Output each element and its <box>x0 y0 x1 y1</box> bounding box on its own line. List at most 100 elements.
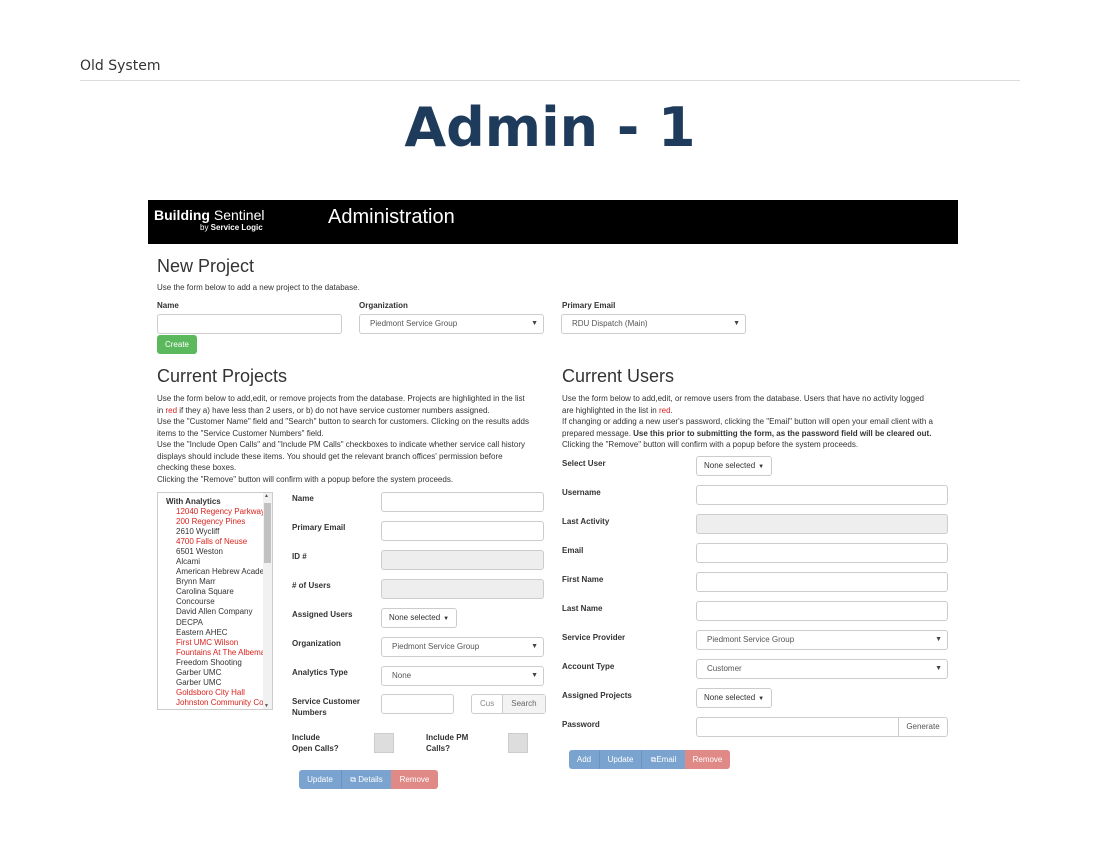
open-calls-label-line2: Open Calls? <box>292 744 339 753</box>
project-list-item[interactable]: Alcami <box>158 557 266 567</box>
new-project-heading: New Project <box>157 256 255 276</box>
red-keyword: red <box>165 405 178 415</box>
scroll-down-icon[interactable]: ▼ <box>264 703 269 709</box>
project-list-item[interactable]: American Hebrew Academy <box>158 567 266 577</box>
pm-calls-label: Include PM Calls? <box>426 732 468 754</box>
scn-input[interactable] <box>381 694 454 714</box>
user-remove-button[interactable]: Remove <box>685 750 730 769</box>
current-users-help: Use the form below to add,edit, or remov… <box>562 393 952 451</box>
search-button[interactable]: Search <box>502 695 545 713</box>
assigned-users-label: Assigned Users <box>292 610 353 619</box>
logo-text-bold: Building <box>154 207 210 223</box>
help-line: Clicking the "Remove" button will confir… <box>157 474 454 484</box>
generate-password-button[interactable]: Generate <box>898 717 948 737</box>
assigned-projects-dropdown[interactable]: None selected ▼ <box>696 688 773 708</box>
project-list-item[interactable]: Goldsboro City Hall <box>158 688 266 698</box>
project-list-item[interactable]: Brynn Marr <box>158 577 266 587</box>
project-list-item[interactable]: 2610 Wycliff <box>158 527 266 537</box>
project-list-item[interactable]: Kitty Hawk <box>158 708 266 709</box>
last-activity-label: Last Activity <box>562 517 610 526</box>
last-activity-field <box>696 514 948 534</box>
new-project-org-select[interactable]: Piedmont Service Group ▼ <box>359 314 544 334</box>
assigned-users-dropdown[interactable]: None selected ▼ <box>381 608 458 628</box>
project-email-input[interactable] <box>381 521 544 541</box>
user-update-button[interactable]: Update <box>599 750 641 769</box>
email-label: Email <box>562 546 584 555</box>
external-link-icon: ⧉ <box>350 775 357 784</box>
current-projects-heading: Current Projects <box>157 366 288 386</box>
list-scrollbar[interactable]: ▲ ▼ <box>263 493 272 709</box>
first-name-input[interactable] <box>696 572 948 592</box>
caret-down-icon: ▼ <box>531 320 538 327</box>
project-details-button[interactable]: ⧉ Details <box>341 770 391 789</box>
customer-name-input[interactable]: Cus <box>472 695 502 713</box>
project-id-label: ID # <box>292 552 307 561</box>
pm-calls-label-line2: Calls? <box>426 744 451 753</box>
help-line: items to the "Service Customer Numbers" … <box>157 428 324 438</box>
project-remove-button[interactable]: Remove <box>391 770 438 789</box>
password-input[interactable] <box>696 717 899 737</box>
help-line: displays should include these items. You… <box>157 451 503 461</box>
current-projects-help: Use the form below to add,edit, or remov… <box>157 393 547 485</box>
project-list[interactable]: With Analytics 12040 Regency Parkway 200 … <box>157 492 273 710</box>
new-project-name-input[interactable] <box>157 314 342 334</box>
new-project-org-value: Piedmont Service Group <box>370 319 458 328</box>
project-list-item[interactable]: David Allen Company <box>158 607 266 617</box>
project-list-item[interactable]: 12040 Regency Parkway <box>158 507 266 517</box>
project-list-item[interactable]: Carolina Square <box>158 587 266 597</box>
scrollbar-thumb[interactable] <box>264 503 271 563</box>
project-list-item[interactable]: Johnston Community College <box>158 698 266 708</box>
user-email-button[interactable]: ⧉Email <box>641 750 685 769</box>
open-calls-label: Include Open Calls? <box>292 732 339 754</box>
project-list-item[interactable]: 6501 Weston <box>158 547 266 557</box>
slide-section-label: Old System <box>80 58 161 74</box>
project-list-item[interactable]: Garber UMC <box>158 668 266 678</box>
user-add-button[interactable]: Add <box>569 750 599 769</box>
project-list-item[interactable]: First UMC Wilson <box>158 638 266 648</box>
first-name-label: First Name <box>562 575 604 584</box>
caret-down-icon: ▼ <box>935 665 942 672</box>
header-divider <box>80 80 1020 81</box>
logo-subtext-bold: Service Logic <box>210 223 263 232</box>
project-list-item[interactable]: 200 Regency Pines <box>158 517 266 527</box>
project-list-item[interactable]: Fountains At The Albemarle <box>158 648 266 658</box>
email-input[interactable] <box>696 543 948 563</box>
assigned-users-value: None selected <box>389 613 441 622</box>
help-line: Use the "Customer Name" field and "Searc… <box>157 417 529 426</box>
project-list-item[interactable]: Freedom Shooting <box>158 658 266 668</box>
new-project-help: Use the form below to add a new project … <box>157 283 360 292</box>
service-provider-select[interactable]: Piedmont Service Group ▼ <box>696 630 948 650</box>
last-name-input[interactable] <box>696 601 948 621</box>
help-line: Use the form below to add,edit, or remov… <box>157 394 525 403</box>
account-type-select[interactable]: Customer ▼ <box>696 659 948 679</box>
password-label: Password <box>562 720 600 729</box>
project-list-item[interactable]: Garber UMC <box>158 678 266 688</box>
select-user-dropdown[interactable]: None selected ▼ <box>696 456 773 476</box>
analytics-type-select[interactable]: None ▼ <box>381 666 544 686</box>
caret-down-icon: ▼ <box>758 696 765 702</box>
building-sentinel-logo: Building Sentinel by Service Logic <box>154 208 264 232</box>
project-name-input[interactable] <box>381 492 544 512</box>
create-button[interactable]: Create <box>157 335 197 354</box>
project-org-select[interactable]: Piedmont Service Group ▼ <box>381 637 544 657</box>
scroll-up-icon[interactable]: ▲ <box>264 493 269 499</box>
project-list-item[interactable]: Eastern AHEC <box>158 628 266 638</box>
new-project-email-select[interactable]: RDU Dispatch (Main) ▼ <box>561 314 746 334</box>
open-calls-checkbox[interactable] <box>374 733 394 753</box>
project-users-count-field <box>381 579 544 599</box>
project-list-item[interactable]: DECPA <box>158 618 266 628</box>
last-name-label: Last Name <box>562 604 603 613</box>
caret-down-icon: ▼ <box>935 636 942 643</box>
project-email-label: Primary Email <box>292 523 346 532</box>
caret-down-icon: ▼ <box>733 320 740 327</box>
username-input[interactable] <box>696 485 948 505</box>
project-update-button[interactable]: Update <box>299 770 341 789</box>
pm-calls-checkbox[interactable] <box>508 733 528 753</box>
details-label: Details <box>358 775 383 784</box>
project-list-item[interactable]: 4700 Falls of Neuse <box>158 537 266 547</box>
email-button-label: Email <box>656 755 677 764</box>
new-project-email-label: Primary Email <box>562 301 616 310</box>
project-list-item[interactable]: Concourse <box>158 597 266 607</box>
project-id-field <box>381 550 544 570</box>
select-user-value: None selected <box>704 461 756 470</box>
